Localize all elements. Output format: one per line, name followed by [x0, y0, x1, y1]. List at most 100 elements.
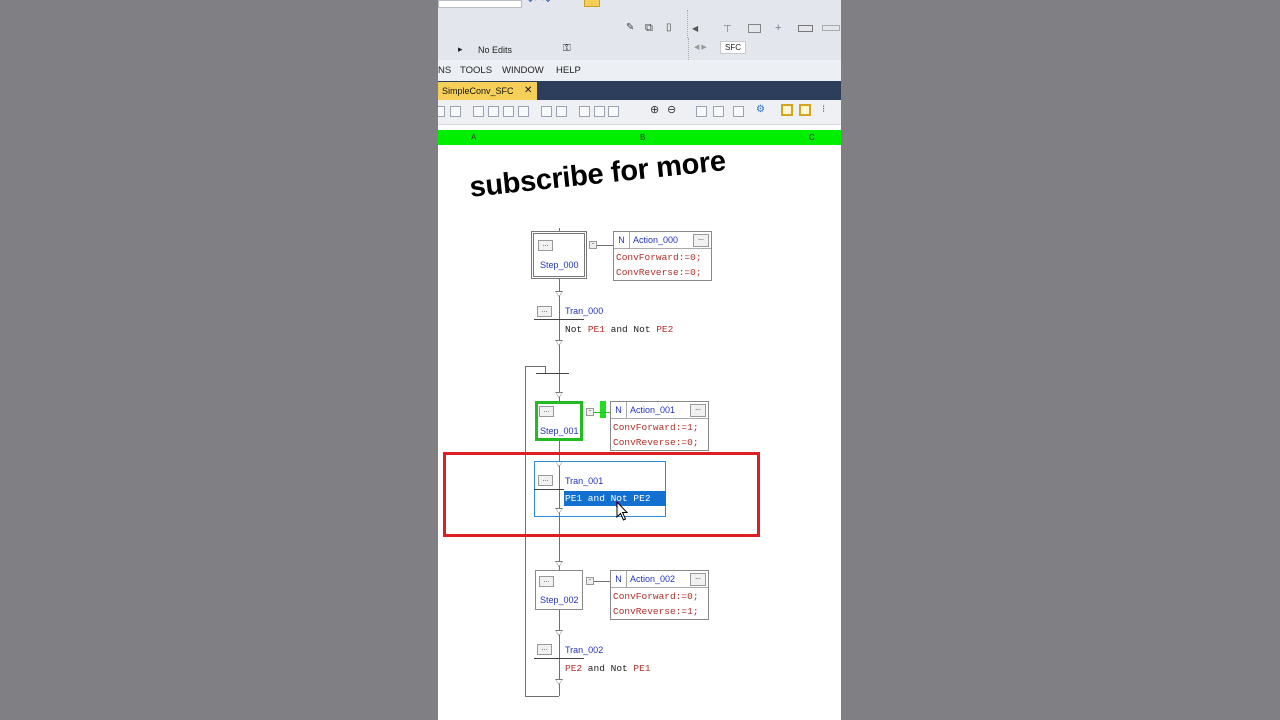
menu-bar: NS TOOLS WINDOW HELP — [438, 60, 841, 81]
action-002-line-1[interactable]: ConvForward:=0; — [613, 591, 699, 602]
action-001-line-1[interactable]: ConvForward:=1; — [613, 422, 699, 433]
zoom-out-icon[interactable]: ⊖ — [667, 103, 676, 116]
layout-a-icon[interactable] — [781, 104, 793, 116]
step-000-browse-button[interactable]: ... — [538, 240, 553, 251]
new-step-icon[interactable] — [438, 106, 445, 117]
lock-icon[interactable]: ▯ — [666, 22, 672, 33]
convergence-bar — [536, 373, 569, 374]
menu-item-window[interactable]: WINDOW — [502, 65, 544, 76]
top-toolbar: ↶ ↷ ✎ ⧉ ▯ ◀ ⊤ + — [438, 0, 841, 42]
settings-icon[interactable]: ⚙ — [756, 104, 765, 115]
action-001-name: Action_001 — [630, 405, 676, 415]
ladder-icon-5[interactable] — [822, 25, 840, 31]
ladder-icon-3[interactable]: + — [775, 22, 781, 34]
step-000-name: Step_000 — [540, 260, 579, 270]
ladder-icon-4[interactable] — [798, 25, 813, 32]
jump-icon[interactable] — [541, 106, 552, 117]
arrow-left-icon[interactable]: ◀ — [692, 24, 698, 33]
tran-002-browse-button[interactable]: ... — [537, 644, 552, 655]
column-ruler: A B C — [438, 130, 841, 145]
action-002-browse-button[interactable]: ... — [690, 573, 706, 586]
action-000-qualifier[interactable]: N — [614, 232, 630, 248]
action-002[interactable]: N Action_002 ... ConvForward:=0; ConvRev… — [610, 570, 709, 620]
close-icon[interactable]: ✕ — [524, 85, 532, 96]
branch-icon[interactable] — [473, 106, 484, 117]
pointer-icon[interactable]: ✎ — [626, 22, 634, 33]
verify-icon[interactable] — [579, 106, 590, 117]
action-000-line-1[interactable]: ConvForward:=0; — [616, 252, 702, 263]
ladder-icon-1[interactable]: ⊤ — [723, 24, 732, 35]
edit-status: No Edits — [478, 45, 513, 55]
document-tab-bar: SimpleConv_SFC ✕ — [438, 81, 841, 100]
action-001-browse-button[interactable]: ... — [690, 404, 706, 417]
layout-b-icon[interactable] — [799, 104, 811, 116]
tran-000-out-arrow-icon — [555, 340, 563, 346]
action-000-browse-button[interactable]: ... — [693, 234, 709, 247]
step-000[interactable] — [531, 231, 587, 279]
editor-toolbar: ⊕ ⊖ ⚙ ⁝ — [438, 100, 841, 125]
tran-000-arrow-icon — [555, 291, 563, 297]
step-002-action-tag[interactable]: - — [586, 577, 594, 585]
column-label-b: B — [640, 133, 646, 142]
new-transition-icon[interactable] — [450, 106, 461, 117]
step-001-in-arrow-icon — [555, 392, 563, 398]
menu-item-ns[interactable]: NS — [438, 65, 451, 76]
print-icon[interactable] — [733, 106, 744, 117]
tab-simpleconv-sfc[interactable]: SimpleConv_SFC ✕ — [438, 82, 537, 100]
sfc-tab[interactable]: SFC — [720, 41, 746, 54]
menu-item-help[interactable]: HELP — [556, 65, 581, 76]
redo-icon[interactable]: ↷ — [542, 0, 550, 7]
nav-arrows-icon[interactable]: ◀ ▶ — [694, 43, 707, 51]
menu-item-tools[interactable]: TOOLS — [460, 65, 492, 76]
action-000-line-2[interactable]: ConvReverse:=0; — [616, 267, 702, 278]
edit-lock-icon[interactable]: ⚿ — [563, 43, 571, 54]
action-active-indicator — [600, 401, 606, 418]
converge-icon[interactable] — [488, 106, 499, 117]
action-001-qualifier[interactable]: N — [611, 402, 627, 418]
step-001-browse-button[interactable]: ... — [539, 406, 554, 417]
mode-arrow-icon[interactable]: ▸ — [458, 44, 463, 55]
tran-002-condition[interactable]: PE2 and Not PE1 — [565, 663, 651, 674]
highlight-annotation — [443, 452, 760, 537]
action-000[interactable]: N Action_000 ... ConvForward:=0; ConvRev… — [613, 231, 712, 281]
tran-002-bar — [534, 658, 584, 659]
online-icon[interactable] — [584, 0, 600, 7]
search-box[interactable] — [438, 0, 522, 8]
stop-icon[interactable] — [594, 106, 605, 117]
tran-000-bar — [534, 319, 584, 320]
status-toolbar: ▸ No Edits ⚿ ◀ ▶ SFC — [438, 38, 841, 60]
properties-icon[interactable] — [608, 106, 619, 117]
network-icon[interactable]: ⧉ — [645, 22, 653, 35]
step-000-action-tag[interactable]: - — [589, 241, 597, 249]
subroutine-icon[interactable] — [556, 106, 567, 117]
page-setup-icon[interactable] — [713, 106, 724, 117]
app-window: ↶ ↷ ✎ ⧉ ▯ ◀ ⊤ + ▸ No Edits ⚿ ◀ ▶ SFC NS … — [438, 0, 841, 720]
tran-000-condition[interactable]: Not PE1 and Not PE2 — [565, 324, 673, 335]
column-label-c: C — [809, 133, 815, 142]
tran-000-browse-button[interactable]: ... — [537, 306, 552, 317]
page-icon[interactable] — [696, 106, 707, 117]
mouse-cursor-icon — [616, 501, 629, 521]
action-001-line-2[interactable]: ConvReverse:=0; — [613, 437, 699, 448]
action-000-name: Action_000 — [633, 235, 679, 245]
zoom-in-icon[interactable]: ⊕ — [650, 103, 659, 116]
undo-icon[interactable]: ↶ — [528, 0, 536, 7]
tab-title: SimpleConv_SFC — [442, 86, 514, 96]
step-002-name: Step_002 — [540, 595, 579, 605]
ladder-icon-2[interactable] — [748, 24, 761, 33]
action-001[interactable]: N Action_001 ... ConvForward:=1; ConvRev… — [610, 401, 709, 451]
step-002-in-arrow-icon — [555, 561, 563, 567]
step-001-action-tag[interactable]: - — [586, 408, 594, 416]
tran-002-arrow-icon — [555, 630, 563, 636]
column-label-a: A — [471, 133, 477, 142]
action-icon[interactable] — [503, 106, 514, 117]
action-002-line-2[interactable]: ConvReverse:=1; — [613, 606, 699, 617]
action-002-qualifier[interactable]: N — [611, 571, 627, 587]
tran-002-name: Tran_002 — [565, 645, 604, 655]
text-box-icon[interactable] — [518, 106, 529, 117]
step-001-name: Step_001 — [540, 426, 579, 436]
more-icon[interactable]: ⁝ — [822, 104, 825, 115]
action-002-name: Action_002 — [630, 574, 676, 584]
step-002-browse-button[interactable]: ... — [539, 576, 554, 587]
tran-002-out-arrow-icon — [555, 679, 563, 685]
